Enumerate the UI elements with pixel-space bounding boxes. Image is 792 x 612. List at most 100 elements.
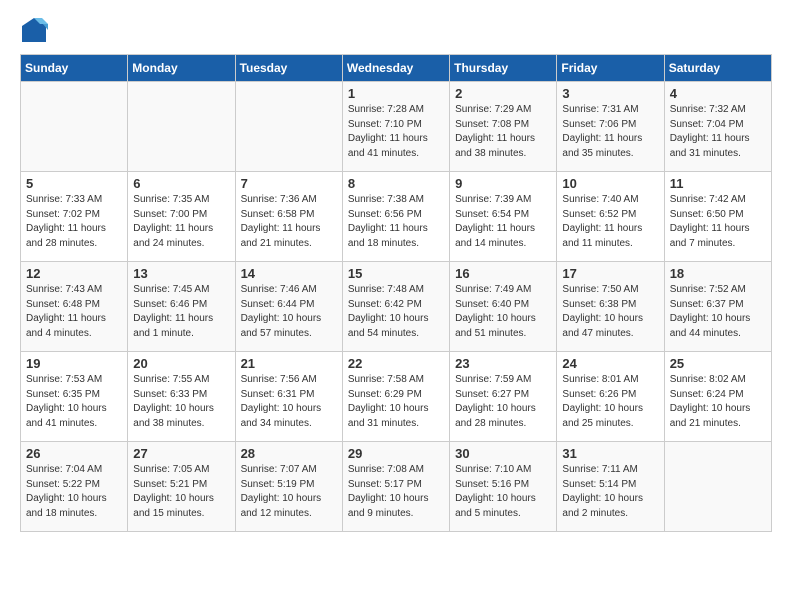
day-info: Sunrise: 7:56 AM Sunset: 6:31 PM Dayligh… <box>241 373 337 431</box>
day-number: 12 <box>26 266 122 281</box>
calendar-cell <box>128 82 235 172</box>
day-info: Sunrise: 7:40 AM Sunset: 6:52 PM Dayligh… <box>562 193 658 251</box>
calendar-cell <box>664 442 771 532</box>
calendar-cell: 16 Sunrise: 7:49 AM Sunset: 6:40 PM Dayli… <box>450 262 557 352</box>
day-info: Sunrise: 7:39 AM Sunset: 6:54 PM Dayligh… <box>455 193 551 251</box>
day-number: 20 <box>133 356 229 371</box>
day-number: 24 <box>562 356 658 371</box>
calendar-cell: 9 Sunrise: 7:39 AM Sunset: 6:54 PM Daylig… <box>450 172 557 262</box>
day-info: Sunrise: 7:36 AM Sunset: 6:58 PM Dayligh… <box>241 193 337 251</box>
day-number: 15 <box>348 266 444 281</box>
day-number: 31 <box>562 446 658 461</box>
day-number: 11 <box>670 176 766 191</box>
day-number: 10 <box>562 176 658 191</box>
weekday-header-friday: Friday <box>557 55 664 82</box>
day-number: 26 <box>26 446 122 461</box>
calendar-cell: 6 Sunrise: 7:35 AM Sunset: 7:00 PM Daylig… <box>128 172 235 262</box>
day-info: Sunrise: 7:55 AM Sunset: 6:33 PM Dayligh… <box>133 373 229 431</box>
day-number: 29 <box>348 446 444 461</box>
calendar-header: SundayMondayTuesdayWednesdayThursdayFrid… <box>21 55 772 82</box>
day-info: Sunrise: 7:38 AM Sunset: 6:56 PM Dayligh… <box>348 193 444 251</box>
calendar-cell: 31 Sunrise: 7:11 AM Sunset: 5:14 PM Dayli… <box>557 442 664 532</box>
calendar-cell: 11 Sunrise: 7:42 AM Sunset: 6:50 PM Dayli… <box>664 172 771 262</box>
calendar-container: SundayMondayTuesdayWednesdayThursdayFrid… <box>0 0 792 548</box>
calendar-week-4: 26Sunrise: 7:04 AM Sunset: 5:22 PM Dayli… <box>21 442 772 532</box>
calendar-cell: 22Sunrise: 7:58 AM Sunset: 6:29 PM Dayli… <box>342 352 449 442</box>
day-info: Sunrise: 8:01 AM Sunset: 6:26 PM Dayligh… <box>562 373 658 431</box>
calendar-week-1: 5 Sunrise: 7:33 AM Sunset: 7:02 PM Daylig… <box>21 172 772 262</box>
calendar-table: SundayMondayTuesdayWednesdayThursdayFrid… <box>20 54 772 532</box>
day-number: 2 <box>455 86 551 101</box>
day-info: Sunrise: 7:31 AM Sunset: 7:06 PM Dayligh… <box>562 103 658 161</box>
calendar-cell: 18 Sunrise: 7:52 AM Sunset: 6:37 PM Dayli… <box>664 262 771 352</box>
weekday-header-sunday: Sunday <box>21 55 128 82</box>
day-info: Sunrise: 7:49 AM Sunset: 6:40 PM Dayligh… <box>455 283 551 341</box>
day-number: 25 <box>670 356 766 371</box>
calendar-cell: 27 Sunrise: 7:05 AM Sunset: 5:21 PM Dayli… <box>128 442 235 532</box>
day-number: 8 <box>348 176 444 191</box>
day-number: 7 <box>241 176 337 191</box>
day-number: 18 <box>670 266 766 281</box>
logo-icon <box>20 16 48 44</box>
calendar-cell: 10 Sunrise: 7:40 AM Sunset: 6:52 PM Dayli… <box>557 172 664 262</box>
day-info: Sunrise: 7:52 AM Sunset: 6:37 PM Dayligh… <box>670 283 766 341</box>
calendar-cell: 1 Sunrise: 7:28 AM Sunset: 7:10 PM Daylig… <box>342 82 449 172</box>
calendar-cell <box>21 82 128 172</box>
weekday-header-saturday: Saturday <box>664 55 771 82</box>
day-info: Sunrise: 7:59 AM Sunset: 6:27 PM Dayligh… <box>455 373 551 431</box>
day-info: Sunrise: 7:29 AM Sunset: 7:08 PM Dayligh… <box>455 103 551 161</box>
calendar-cell: 2 Sunrise: 7:29 AM Sunset: 7:08 PM Daylig… <box>450 82 557 172</box>
calendar-cell: 8 Sunrise: 7:38 AM Sunset: 6:56 PM Daylig… <box>342 172 449 262</box>
weekday-header-thursday: Thursday <box>450 55 557 82</box>
calendar-cell: 21Sunrise: 7:56 AM Sunset: 6:31 PM Dayli… <box>235 352 342 442</box>
day-info: Sunrise: 7:50 AM Sunset: 6:38 PM Dayligh… <box>562 283 658 341</box>
day-info: Sunrise: 7:45 AM Sunset: 6:46 PM Dayligh… <box>133 283 229 341</box>
weekday-header-monday: Monday <box>128 55 235 82</box>
calendar-cell: 23Sunrise: 7:59 AM Sunset: 6:27 PM Dayli… <box>450 352 557 442</box>
day-number: 5 <box>26 176 122 191</box>
calendar-cell: 15 Sunrise: 7:48 AM Sunset: 6:42 PM Dayli… <box>342 262 449 352</box>
day-info: Sunrise: 7:05 AM Sunset: 5:21 PM Dayligh… <box>133 463 229 521</box>
day-info: Sunrise: 7:08 AM Sunset: 5:17 PM Dayligh… <box>348 463 444 521</box>
day-info: Sunrise: 7:28 AM Sunset: 7:10 PM Dayligh… <box>348 103 444 161</box>
day-number: 30 <box>455 446 551 461</box>
calendar-cell: 7 Sunrise: 7:36 AM Sunset: 6:58 PM Daylig… <box>235 172 342 262</box>
day-info: Sunrise: 7:53 AM Sunset: 6:35 PM Dayligh… <box>26 373 122 431</box>
calendar-cell <box>235 82 342 172</box>
day-number: 22 <box>348 356 444 371</box>
day-info: Sunrise: 7:42 AM Sunset: 6:50 PM Dayligh… <box>670 193 766 251</box>
day-number: 9 <box>455 176 551 191</box>
calendar-cell: 12 Sunrise: 7:43 AM Sunset: 6:48 PM Dayli… <box>21 262 128 352</box>
calendar-cell: 28 Sunrise: 7:07 AM Sunset: 5:19 PM Dayli… <box>235 442 342 532</box>
day-number: 14 <box>241 266 337 281</box>
day-number: 16 <box>455 266 551 281</box>
day-number: 1 <box>348 86 444 101</box>
calendar-cell: 24 Sunrise: 8:01 AM Sunset: 6:26 PM Dayli… <box>557 352 664 442</box>
weekday-header-wednesday: Wednesday <box>342 55 449 82</box>
day-number: 4 <box>670 86 766 101</box>
calendar-cell: 30Sunrise: 7:10 AM Sunset: 5:16 PM Dayli… <box>450 442 557 532</box>
day-info: Sunrise: 7:48 AM Sunset: 6:42 PM Dayligh… <box>348 283 444 341</box>
header <box>20 16 772 44</box>
day-number: 13 <box>133 266 229 281</box>
calendar-cell: 5 Sunrise: 7:33 AM Sunset: 7:02 PM Daylig… <box>21 172 128 262</box>
day-number: 28 <box>241 446 337 461</box>
calendar-week-0: 1 Sunrise: 7:28 AM Sunset: 7:10 PM Daylig… <box>21 82 772 172</box>
day-info: Sunrise: 7:35 AM Sunset: 7:00 PM Dayligh… <box>133 193 229 251</box>
calendar-cell: 13 Sunrise: 7:45 AM Sunset: 6:46 PM Dayli… <box>128 262 235 352</box>
calendar-cell: 14Sunrise: 7:46 AM Sunset: 6:44 PM Dayli… <box>235 262 342 352</box>
calendar-body: 1 Sunrise: 7:28 AM Sunset: 7:10 PM Daylig… <box>21 82 772 532</box>
day-info: Sunrise: 7:43 AM Sunset: 6:48 PM Dayligh… <box>26 283 122 341</box>
day-info: Sunrise: 7:07 AM Sunset: 5:19 PM Dayligh… <box>241 463 337 521</box>
day-info: Sunrise: 7:11 AM Sunset: 5:14 PM Dayligh… <box>562 463 658 521</box>
calendar-week-2: 12 Sunrise: 7:43 AM Sunset: 6:48 PM Dayli… <box>21 262 772 352</box>
calendar-cell: 19Sunrise: 7:53 AM Sunset: 6:35 PM Dayli… <box>21 352 128 442</box>
day-number: 17 <box>562 266 658 281</box>
day-info: Sunrise: 7:33 AM Sunset: 7:02 PM Dayligh… <box>26 193 122 251</box>
day-number: 6 <box>133 176 229 191</box>
day-number: 27 <box>133 446 229 461</box>
weekday-header-tuesday: Tuesday <box>235 55 342 82</box>
weekday-header-row: SundayMondayTuesdayWednesdayThursdayFrid… <box>21 55 772 82</box>
calendar-cell: 29 Sunrise: 7:08 AM Sunset: 5:17 PM Dayli… <box>342 442 449 532</box>
calendar-cell: 25Sunrise: 8:02 AM Sunset: 6:24 PM Dayli… <box>664 352 771 442</box>
